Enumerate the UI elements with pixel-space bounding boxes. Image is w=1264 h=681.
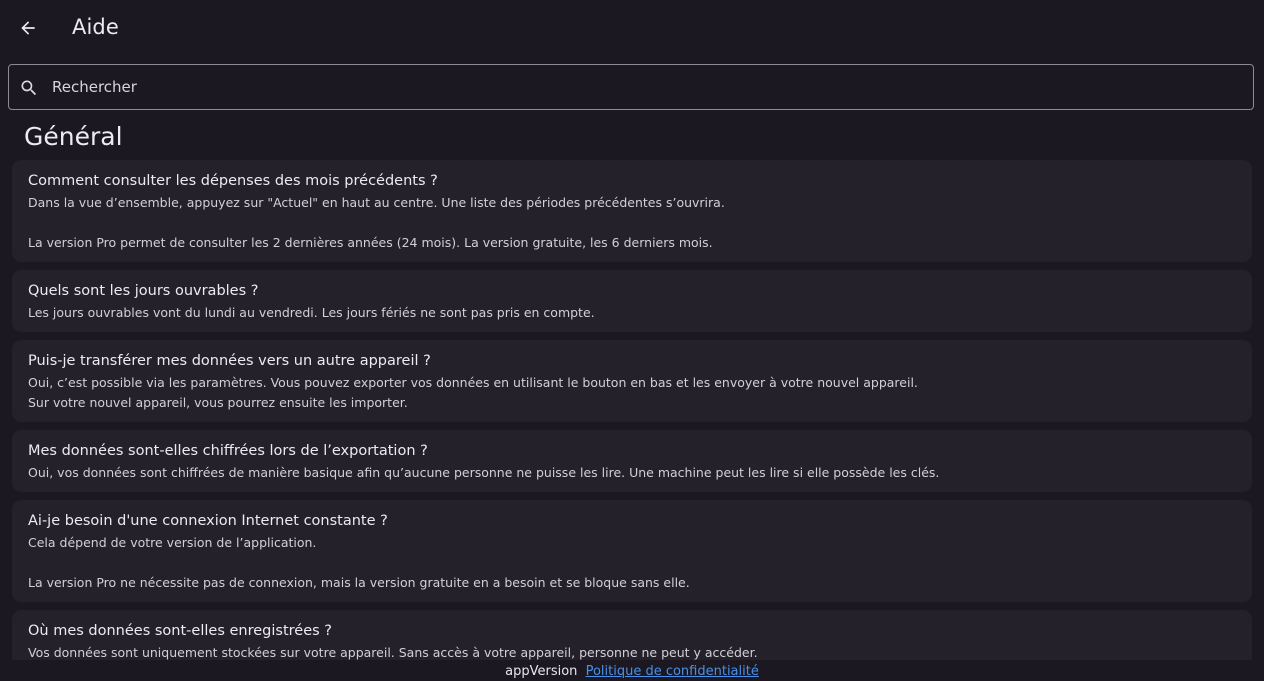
search-field[interactable]	[8, 64, 1254, 110]
faq-answer: Vos données sont uniquement stockées sur…	[28, 645, 758, 660]
section-title: Général	[24, 122, 123, 151]
faq-question: Ai-je besoin d'une connexion Internet co…	[28, 513, 388, 529]
faq-item[interactable]: Quels sont les jours ouvrables ? Les jou…	[12, 270, 1252, 332]
app-bar: Aide	[0, 0, 1264, 58]
faq-question: Puis-je transférer mes données vers un a…	[28, 353, 431, 369]
app-version: appVersion	[505, 664, 578, 679]
faq-item[interactable]: Puis-je transférer mes données vers un a…	[12, 340, 1252, 422]
footer: appVersion Politique de confidentialité	[0, 660, 1264, 681]
help-screen: Aide Général Comment consulter les dépen…	[0, 0, 1264, 681]
privacy-policy-link[interactable]: Politique de confidentialité	[586, 664, 759, 679]
faq-answer: Oui, vos données sont chiffrées de maniè…	[28, 465, 940, 480]
page-title: Aide	[72, 15, 119, 39]
faq-list[interactable]: Comment consulter les dépenses des mois …	[12, 160, 1252, 660]
search-icon	[21, 80, 37, 96]
faq-question: Où mes données sont-elles enregistrées ?	[28, 623, 332, 639]
faq-question: Comment consulter les dépenses des mois …	[28, 173, 438, 189]
faq-item[interactable]: Comment consulter les dépenses des mois …	[12, 160, 1252, 262]
faq-item[interactable]: Où mes données sont-elles enregistrées ?…	[12, 610, 1252, 660]
arrow-back-icon	[21, 21, 35, 35]
search-input[interactable]	[52, 65, 1242, 109]
faq-item[interactable]: Ai-je besoin d'une connexion Internet co…	[12, 500, 1252, 602]
back-button[interactable]	[12, 12, 44, 44]
faq-question: Quels sont les jours ouvrables ?	[28, 283, 259, 299]
faq-answer: Cela dépend de votre version de l’applic…	[28, 535, 690, 590]
faq-answer: Oui, c’est possible via les paramètres. …	[28, 375, 918, 410]
faq-question: Mes données sont-elles chiffrées lors de…	[28, 443, 428, 459]
faq-answer: Les jours ouvrables vont du lundi au ven…	[28, 305, 595, 320]
faq-answer: Dans la vue d’ensemble, appuyez sur "Act…	[28, 195, 725, 250]
faq-item[interactable]: Mes données sont-elles chiffrées lors de…	[12, 430, 1252, 492]
